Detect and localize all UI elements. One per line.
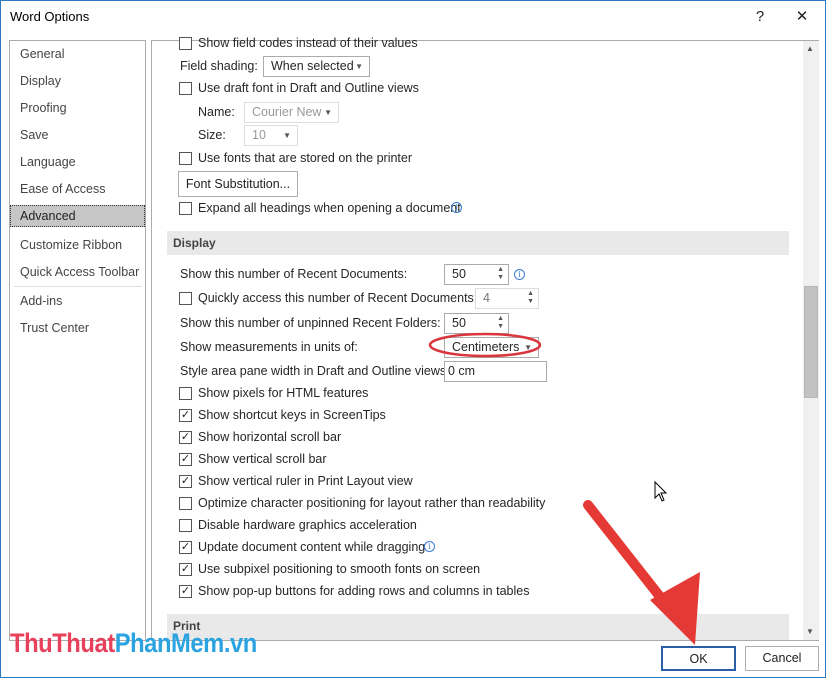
show-field-codes-label: Show field codes instead of their values — [198, 36, 418, 50]
size-label: Size: — [198, 128, 226, 142]
chevron-down-icon: ▼ — [324, 108, 332, 117]
show-horizontal-scroll-bar-label: Show horizontal scroll bar — [198, 430, 342, 444]
sidebar-item-general[interactable]: General — [10, 43, 145, 65]
font-size-dropdown[interactable]: 10 ▼ — [244, 125, 298, 146]
recent-docs-spinner-value: 50 — [452, 267, 466, 281]
show-vertical-scroll-bar-label: Show vertical scroll bar — [198, 452, 327, 466]
scroll-down-icon[interactable]: ▼ — [806, 627, 814, 636]
sidebar-item-language[interactable]: Language — [10, 151, 145, 173]
show-shortcut-keys-in-screenti-checkbox[interactable]: ✓ — [179, 409, 192, 422]
info-icon[interactable]: i — [424, 541, 435, 552]
spinner-arrows-icon[interactable]: ▲ ▼ — [497, 266, 504, 282]
quick-access-spinner-value: 4 — [483, 291, 490, 305]
printer-fonts-checkbox[interactable] — [179, 152, 192, 165]
draft-font-checkbox[interactable] — [179, 82, 192, 95]
watermark-logo: ThuThuatPhanMem.vn — [10, 628, 257, 659]
update-document-content-while--checkbox[interactable]: ✓ — [179, 541, 192, 554]
scrollbar-thumb[interactable] — [804, 286, 818, 398]
recent-folders-spinner-value: 50 — [452, 316, 466, 330]
print-section-header: Print — [167, 614, 789, 640]
units-label: Show measurements in units of: — [180, 340, 358, 354]
chevron-down-icon: ▼ — [355, 62, 363, 71]
printer-fonts-label: Use fonts that are stored on the printer — [198, 151, 413, 165]
sidebar-item-add-ins[interactable]: Add-ins — [10, 290, 145, 312]
quick-access-spinner[interactable]: 4 ▲ ▼ — [475, 288, 539, 309]
name-label: Name: — [198, 105, 235, 119]
sidebar-item-trust-center[interactable]: Trust Center — [10, 317, 145, 339]
expand-headings-label: Expand all headings when opening a docum… — [198, 201, 461, 215]
sidebar-item-ease-of-access[interactable]: Ease of Access — [10, 178, 145, 200]
show-pixels-for-html-features-checkbox[interactable] — [179, 387, 192, 400]
close-button[interactable]: ✕ — [787, 5, 817, 29]
watermark-part2: PhanMem.vn — [114, 628, 258, 658]
font-substitution-button[interactable]: Font Substitution... — [178, 171, 298, 197]
show-shortcut-keys-in-screenti-label: Show shortcut keys in ScreenTips — [198, 408, 386, 422]
show-vertical-ruler-in-print-l-checkbox[interactable]: ✓ — [179, 475, 192, 488]
show-pixels-for-html-features-label: Show pixels for HTML features — [198, 386, 369, 400]
spinner-arrows-icon[interactable]: ▲ ▼ — [527, 290, 534, 306]
update-document-content-while--label: Update document content while dragging — [198, 540, 426, 554]
recent-folders-label: Show this number of unpinned Recent Fold… — [180, 316, 441, 330]
recent-docs-spinner[interactable]: 50 ▲ ▼ — [444, 264, 509, 285]
ok-button[interactable]: OK — [661, 646, 736, 671]
sidebar-item-advanced[interactable]: Advanced — [10, 205, 145, 227]
word-options-dialog: Word Options ? ✕ General Display Proofing S… — [0, 0, 826, 678]
vertical-scrollbar[interactable]: ▲ ▼ — [803, 41, 819, 640]
sidebar-divider — [14, 286, 142, 287]
units-dropdown[interactable]: Centimeters ▼ — [444, 337, 539, 358]
show-pop-up-buttons-for-adding-label: Show pop-up buttons for adding rows and … — [198, 584, 530, 598]
sidebar-item-proofing[interactable]: Proofing — [10, 97, 145, 119]
optimize-character-positioning-checkbox[interactable] — [179, 497, 192, 510]
display-section-header: Display — [167, 231, 789, 255]
recent-docs-label: Show this number of Recent Documents: — [180, 267, 408, 281]
spinner-arrows-icon[interactable]: ▲ ▼ — [497, 315, 504, 331]
quick-access-label: Quickly access this number of Recent Doc… — [198, 291, 478, 305]
expand-headings-checkbox[interactable] — [179, 202, 192, 215]
cancel-button[interactable]: Cancel — [745, 646, 819, 671]
sidebar-item-quick-access-toolbar[interactable]: Quick Access Toolbar — [10, 261, 145, 283]
show-vertical-ruler-in-print-l-label: Show vertical ruler in Print Layout view — [198, 474, 413, 488]
sidebar-item-display[interactable]: Display — [10, 70, 145, 92]
optimize-character-positioning-label: Optimize character positioning for layou… — [198, 496, 546, 510]
use-subpixel-positioning-to-sm-label: Use subpixel positioning to smooth fonts… — [198, 562, 481, 576]
show-vertical-scroll-bar-checkbox[interactable]: ✓ — [179, 453, 192, 466]
sidebar-item-customize-ribbon[interactable]: Customize Ribbon — [10, 234, 145, 256]
quick-access-checkbox[interactable] — [179, 292, 192, 305]
style-area-label: Style area pane width in Draft and Outli… — [180, 364, 450, 378]
chevron-down-icon: ▼ — [283, 131, 291, 140]
recent-folders-spinner[interactable]: 50 ▲ ▼ — [444, 313, 509, 334]
show-horizontal-scroll-bar-checkbox[interactable]: ✓ — [179, 431, 192, 444]
watermark-part1: ThuThuat — [10, 628, 115, 658]
units-dropdown-value: Centimeters — [452, 340, 520, 354]
font-name-dropdown[interactable]: Courier New ▼ — [244, 102, 339, 123]
style-area-input[interactable]: 0 cm — [444, 361, 547, 382]
sidebar-item-save[interactable]: Save — [10, 124, 145, 146]
field-shading-label: Field shading: — [180, 59, 258, 73]
use-subpixel-positioning-to-sm-checkbox[interactable]: ✓ — [179, 563, 192, 576]
chevron-down-icon: ▼ — [524, 343, 532, 352]
field-shading-dropdown[interactable]: When selected ▼ — [263, 56, 370, 77]
info-icon[interactable]: i — [451, 202, 462, 213]
disable-hardware-graphics-acce-checkbox[interactable] — [179, 519, 192, 532]
font-size-dropdown-value: 10 — [252, 128, 266, 142]
show-pop-up-buttons-for-adding-checkbox[interactable]: ✓ — [179, 585, 192, 598]
show-field-codes-checkbox[interactable] — [179, 37, 192, 50]
draft-font-label: Use draft font in Draft and Outline view… — [198, 81, 419, 95]
disable-hardware-graphics-acce-label: Disable hardware graphics acceleration — [198, 518, 417, 532]
info-icon[interactable]: i — [514, 269, 525, 280]
font-name-dropdown-value: Courier New — [252, 105, 322, 119]
help-button[interactable]: ? — [745, 5, 775, 29]
sidebar-nav: General Display Proofing Save Language Ease o… — [9, 40, 146, 641]
scroll-up-icon[interactable]: ▲ — [806, 44, 814, 53]
dialog-title: Word Options — [10, 9, 90, 24]
field-shading-dropdown-value: When selected — [271, 59, 354, 73]
